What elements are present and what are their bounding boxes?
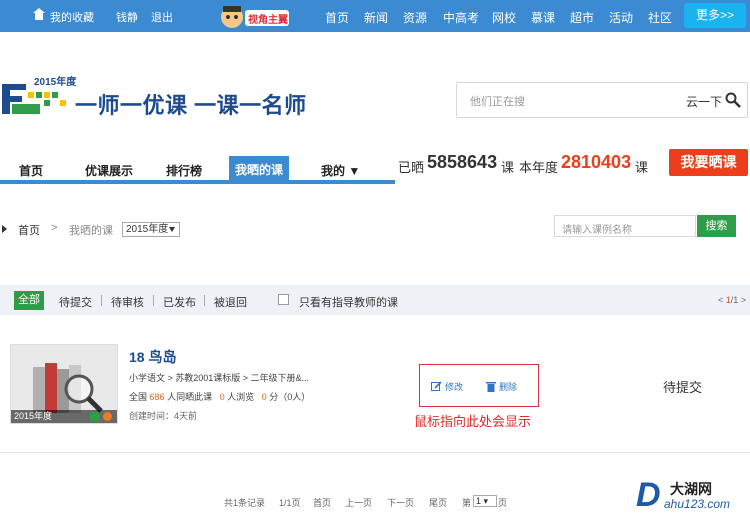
site-search-input[interactable]: 他们正在搜 — [470, 93, 525, 109]
topnav-activities[interactable]: 活动 — [609, 9, 633, 26]
course-search-input[interactable]: 请输入课例名称 — [554, 215, 696, 237]
filter-separator — [204, 295, 205, 306]
pagination-first[interactable]: 首页 — [313, 496, 331, 509]
pager-next[interactable]: > — [741, 295, 746, 305]
filter-separator — [101, 295, 102, 306]
share-course-button[interactable]: 我要晒课 — [669, 149, 748, 176]
browse-count: 0 — [219, 392, 225, 402]
topnav-resources[interactable]: 资源 — [403, 9, 427, 26]
mentor-only-checkbox[interactable] — [278, 294, 289, 305]
filter-all[interactable]: 全部 — [14, 291, 44, 310]
edit-label: 修改 — [445, 382, 464, 392]
topnav-online-school[interactable]: 网校 — [492, 9, 516, 26]
views-count: 686 — [149, 392, 165, 402]
filter-rejected[interactable]: 被退回 — [214, 294, 247, 310]
mascot-text: 视角主翼 — [248, 15, 288, 26]
delete-label: 删除 — [499, 382, 518, 392]
browse-label: 人浏览 — [227, 392, 255, 402]
thumbnail-year: 2015年度 — [11, 410, 117, 423]
course-actions: 修改 删除 — [419, 364, 539, 407]
pager-prev[interactable]: < — [718, 295, 723, 305]
year-select[interactable]: 2015年度 — [122, 222, 180, 237]
mini-pager: < 1/1 > — [718, 295, 746, 305]
course-title[interactable]: 18 鸟岛 — [129, 347, 176, 367]
views-prefix: 全国 — [129, 392, 148, 402]
pagination-next[interactable]: 下一页 — [387, 496, 414, 509]
logo-year: 2015年度 — [34, 77, 77, 88]
logout-link[interactable]: 退出 — [151, 9, 173, 25]
watermark-letter: D — [636, 476, 661, 514]
course-thumbnail[interactable]: 2015年度 — [10, 344, 118, 424]
topnav-home[interactable]: 首页 — [325, 9, 349, 26]
filter-published[interactable]: 已发布 — [163, 294, 196, 310]
course-status: 待提交 — [663, 380, 703, 395]
pagination-goto-suffix: 页 — [498, 498, 508, 508]
filter-pending-review[interactable]: 待审核 — [111, 294, 144, 310]
home-icon[interactable] — [32, 7, 46, 21]
page-select[interactable]: 1 ▾ — [473, 495, 497, 507]
topnav-news[interactable]: 新闻 — [364, 9, 388, 26]
more-button[interactable]: 更多>> — [684, 3, 746, 28]
topnav-community[interactable]: 社区 — [648, 9, 672, 26]
views-suffix: 人同晒此课 — [167, 392, 213, 402]
nav-home[interactable]: 首页 — [19, 162, 43, 179]
edit-button[interactable]: 修改 — [431, 380, 463, 393]
nav-my-dropdown[interactable]: 我的 ▼ — [321, 162, 360, 179]
pagination-last[interactable]: 尾页 — [429, 496, 447, 509]
pagination-prev[interactable]: 上一页 — [345, 496, 372, 509]
course-created-time: 创建时间：4天前 — [129, 411, 198, 421]
site-slogan: 一师一优课 一课一名师 — [75, 93, 307, 118]
filter-bar: 全部 待提交 待审核 已发布 被退回 只看有指导教师的课 < 1/1 > — [0, 285, 750, 315]
watermark-url: ahu123.com — [664, 497, 731, 511]
trash-icon — [486, 382, 496, 392]
stats-shared-label: 已晒 — [398, 160, 425, 175]
mentor-only-label: 只看有指导教师的课 — [299, 297, 398, 309]
chevron-down-icon — [169, 227, 175, 232]
stats-shared-count: 5858643 — [427, 152, 498, 172]
nav-showcase[interactable]: 优课展示 — [85, 162, 133, 179]
row-divider — [0, 452, 750, 453]
filter-separator — [153, 295, 154, 306]
nav-underline — [0, 180, 395, 184]
breadcrumb-separator: > — [51, 222, 58, 234]
pager-total: /1 — [730, 295, 739, 305]
video-badge-icon — [90, 412, 99, 421]
user-name[interactable]: 钱静 — [116, 9, 138, 25]
nav-ranking[interactable]: 排行榜 — [166, 162, 202, 179]
site-search: 他们正在搜 云一下 — [456, 82, 748, 118]
topnav-exams[interactable]: 中高考 — [443, 9, 479, 26]
pagination-goto-prefix: 第 — [462, 498, 472, 508]
topnav-market[interactable]: 超市 — [570, 9, 594, 26]
top-bar: 我的收藏 钱静 退出 视角主翼 首页 新闻 资源 中高考 网校 慕课 超市 活动… — [0, 0, 750, 32]
stats-year-count: 2810403 — [561, 152, 632, 172]
edit-icon — [431, 381, 442, 391]
pagination-pages: 1/1页 — [279, 498, 301, 508]
star-badge-icon — [103, 412, 112, 421]
pagination-records: 共1条记录 — [224, 498, 266, 508]
watermark-name: 大湖网 — [670, 481, 712, 497]
score-value: 0 — [261, 392, 267, 402]
page-select-value: 1 — [476, 496, 482, 506]
course-search-button[interactable]: 搜索 — [697, 215, 736, 237]
course-category: 小学语文 > 苏教2001课标版 > 二年级下册&... — [129, 373, 310, 383]
hover-hint: 鼠标指向此处会显示 — [414, 414, 532, 429]
breadcrumb-current: 我晒的课 — [69, 225, 113, 237]
stats-year-label: 本年度 — [519, 160, 559, 175]
site-search-button[interactable]: 云一下 — [686, 93, 722, 110]
mascot-badge[interactable]: 视角主翼 — [220, 2, 290, 32]
score-label: 分（0人） — [269, 392, 311, 402]
year-select-value: 2015年度 — [126, 224, 169, 235]
topnav-mooc[interactable]: 慕课 — [531, 9, 555, 26]
stats-unit-1: 课 — [501, 160, 515, 175]
favorites-link[interactable]: 我的收藏 — [50, 9, 94, 25]
course-counts: 全国 686 人同晒此课 0 人浏览 0 分（0人） — [129, 390, 310, 403]
filter-pending-submit[interactable]: 待提交 — [59, 294, 92, 310]
site-watermark: D 大湖网 ahu123.com — [636, 476, 746, 514]
breadcrumb-arrow-icon — [2, 225, 7, 233]
breadcrumb-home[interactable]: 首页 — [18, 222, 40, 238]
search-icon[interactable] — [725, 92, 741, 108]
delete-button[interactable]: 删除 — [486, 380, 517, 393]
stats-unit-2: 课 — [635, 160, 649, 175]
